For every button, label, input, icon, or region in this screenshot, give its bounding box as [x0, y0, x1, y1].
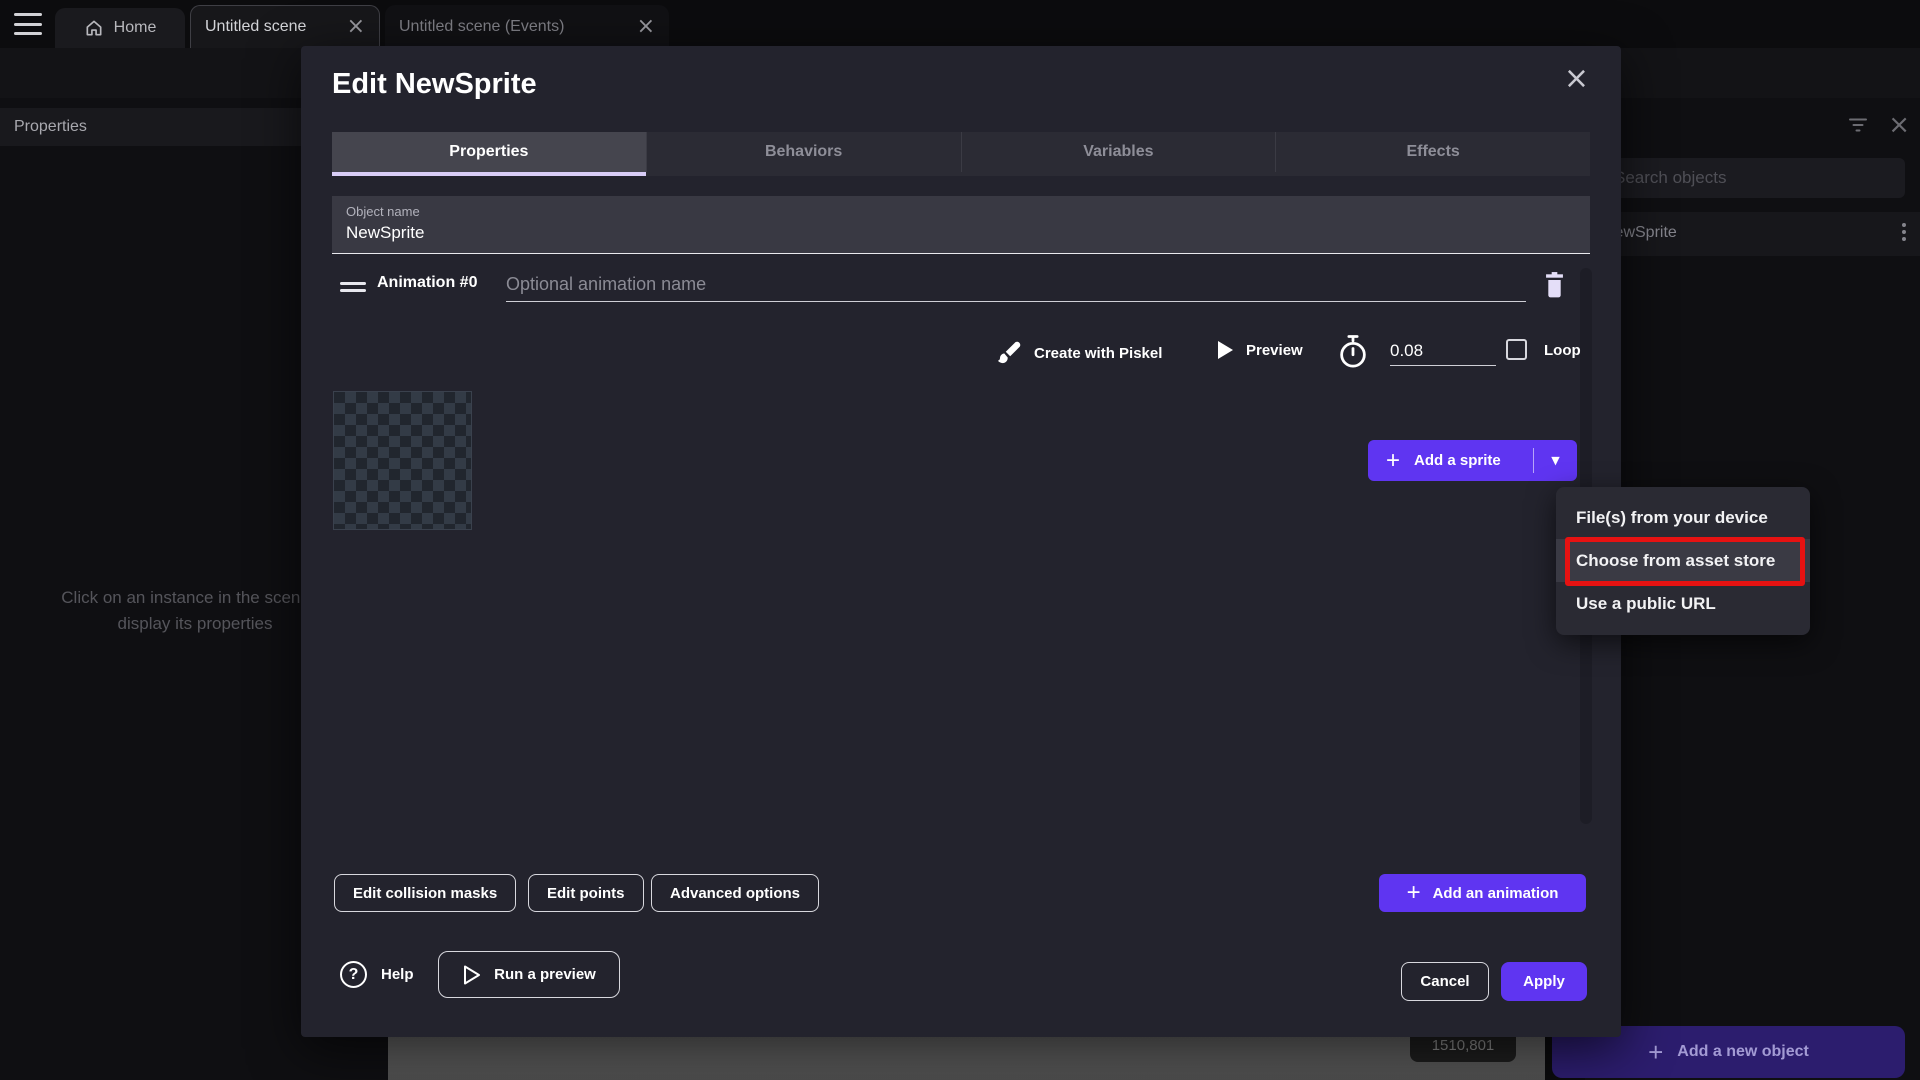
question-icon: ?: [340, 961, 367, 988]
object-list-item[interactable]: NewSprite: [1585, 212, 1920, 256]
tab-variables[interactable]: Variables: [961, 132, 1276, 172]
tab-events-label: Untitled scene (Events): [399, 18, 564, 36]
tab-untitled-scene[interactable]: Untitled scene ×: [190, 5, 380, 48]
object-menu-icon[interactable]: [1902, 223, 1906, 241]
coordinates-value: 1510,801: [1432, 1037, 1495, 1054]
object-name-field[interactable]: Object name NewSprite: [332, 196, 1590, 254]
apply-label: Apply: [1523, 973, 1565, 990]
help-label: Help: [381, 966, 414, 983]
object-name-field-label: Object name: [346, 204, 420, 219]
dialog-title: Edit NewSprite: [332, 68, 537, 101]
add-object-label: Add a new object: [1677, 1043, 1809, 1061]
preview-button[interactable]: Preview: [1216, 340, 1303, 360]
loop-label: Loop: [1544, 342, 1581, 359]
cancel-label: Cancel: [1420, 973, 1469, 990]
close-tab-icon[interactable]: ×: [347, 16, 365, 38]
loop-checkbox[interactable]: [1506, 339, 1527, 360]
close-panel-icon[interactable]: ×: [1888, 112, 1910, 138]
scene-canvas-edge: [388, 1037, 1545, 1080]
add-an-animation-button[interactable]: + Add an animation: [1379, 874, 1586, 912]
tab-effects[interactable]: Effects: [1275, 132, 1590, 172]
menu-icon[interactable]: [14, 13, 42, 35]
preview-label: Preview: [1246, 342, 1303, 359]
tab-scene-label: Untitled scene: [205, 18, 306, 36]
add-sprite-label: Add a sprite: [1414, 452, 1501, 469]
edit-collision-masks-button[interactable]: Edit collision masks: [334, 874, 516, 912]
delete-animation-icon[interactable]: [1541, 270, 1568, 305]
add-sprite-dropdown-menu: File(s) from your device Choose from ass…: [1556, 487, 1810, 635]
plus-icon: +: [1407, 879, 1421, 907]
tab-behaviors[interactable]: Behaviors: [646, 132, 961, 172]
home-icon: [84, 18, 104, 38]
play-icon: [1216, 340, 1234, 360]
menu-item-use-public-url[interactable]: Use a public URL: [1556, 582, 1810, 625]
close-dialog-icon[interactable]: ×: [1564, 64, 1589, 94]
animation-label: Animation #0: [377, 274, 477, 292]
play-outline-icon: [462, 964, 482, 986]
advanced-options-label: Advanced options: [670, 885, 800, 902]
dialog-tab-bar: Properties Behaviors Variables Effects: [332, 132, 1590, 176]
advanced-options-button[interactable]: Advanced options: [651, 874, 819, 912]
add-a-sprite-button[interactable]: + Add a sprite ▼: [1368, 440, 1577, 481]
run-a-preview-button[interactable]: Run a preview: [438, 951, 620, 998]
create-with-piskel-button[interactable]: Create with Piskel: [996, 340, 1162, 366]
top-bar: Home Untitled scene × Untitled scene (Ev…: [0, 0, 1920, 48]
filter-icon[interactable]: [1846, 113, 1870, 137]
tab-properties[interactable]: Properties: [332, 132, 646, 172]
edit-collision-masks-label: Edit collision masks: [353, 885, 497, 902]
tab-untitled-scene-events[interactable]: Untitled scene (Events) ×: [385, 5, 669, 48]
edit-points-button[interactable]: Edit points: [528, 874, 644, 912]
animation-name-input[interactable]: [506, 268, 1526, 302]
plus-icon: +: [1386, 447, 1400, 475]
animation-row: Animation #0: [332, 268, 1590, 308]
drag-handle-icon[interactable]: [340, 278, 366, 296]
apply-button[interactable]: Apply: [1501, 962, 1587, 1001]
tab-home[interactable]: Home: [55, 8, 185, 48]
animation-controls: Create with Piskel Preview Loop: [332, 334, 1590, 374]
edit-sprite-dialog: Edit NewSprite × Properties Behaviors Va…: [301, 46, 1621, 1037]
menu-item-choose-from-asset-store[interactable]: Choose from asset store: [1556, 539, 1810, 582]
search-objects-input[interactable]: [1600, 158, 1905, 198]
menu-item-files-from-device[interactable]: File(s) from your device: [1556, 496, 1810, 539]
timer-icon: [1336, 334, 1370, 370]
brush-icon: [996, 340, 1022, 366]
plus-icon: +: [1648, 1037, 1663, 1068]
properties-panel-title: Properties: [14, 118, 87, 136]
help-button[interactable]: ? Help: [340, 961, 414, 988]
object-name-field-value: NewSprite: [346, 223, 424, 243]
create-with-piskel-label: Create with Piskel: [1034, 345, 1162, 362]
close-tab-icon[interactable]: ×: [637, 16, 655, 38]
sprite-thumbnail-placeholder[interactable]: [333, 391, 472, 530]
tab-home-label: Home: [114, 19, 157, 37]
time-between-frames-input[interactable]: [1390, 336, 1496, 366]
edit-points-label: Edit points: [547, 885, 625, 902]
run-preview-label: Run a preview: [494, 966, 596, 983]
cancel-button[interactable]: Cancel: [1401, 962, 1489, 1001]
add-animation-label: Add an animation: [1433, 885, 1559, 902]
chevron-down-icon[interactable]: ▼: [1534, 454, 1577, 467]
